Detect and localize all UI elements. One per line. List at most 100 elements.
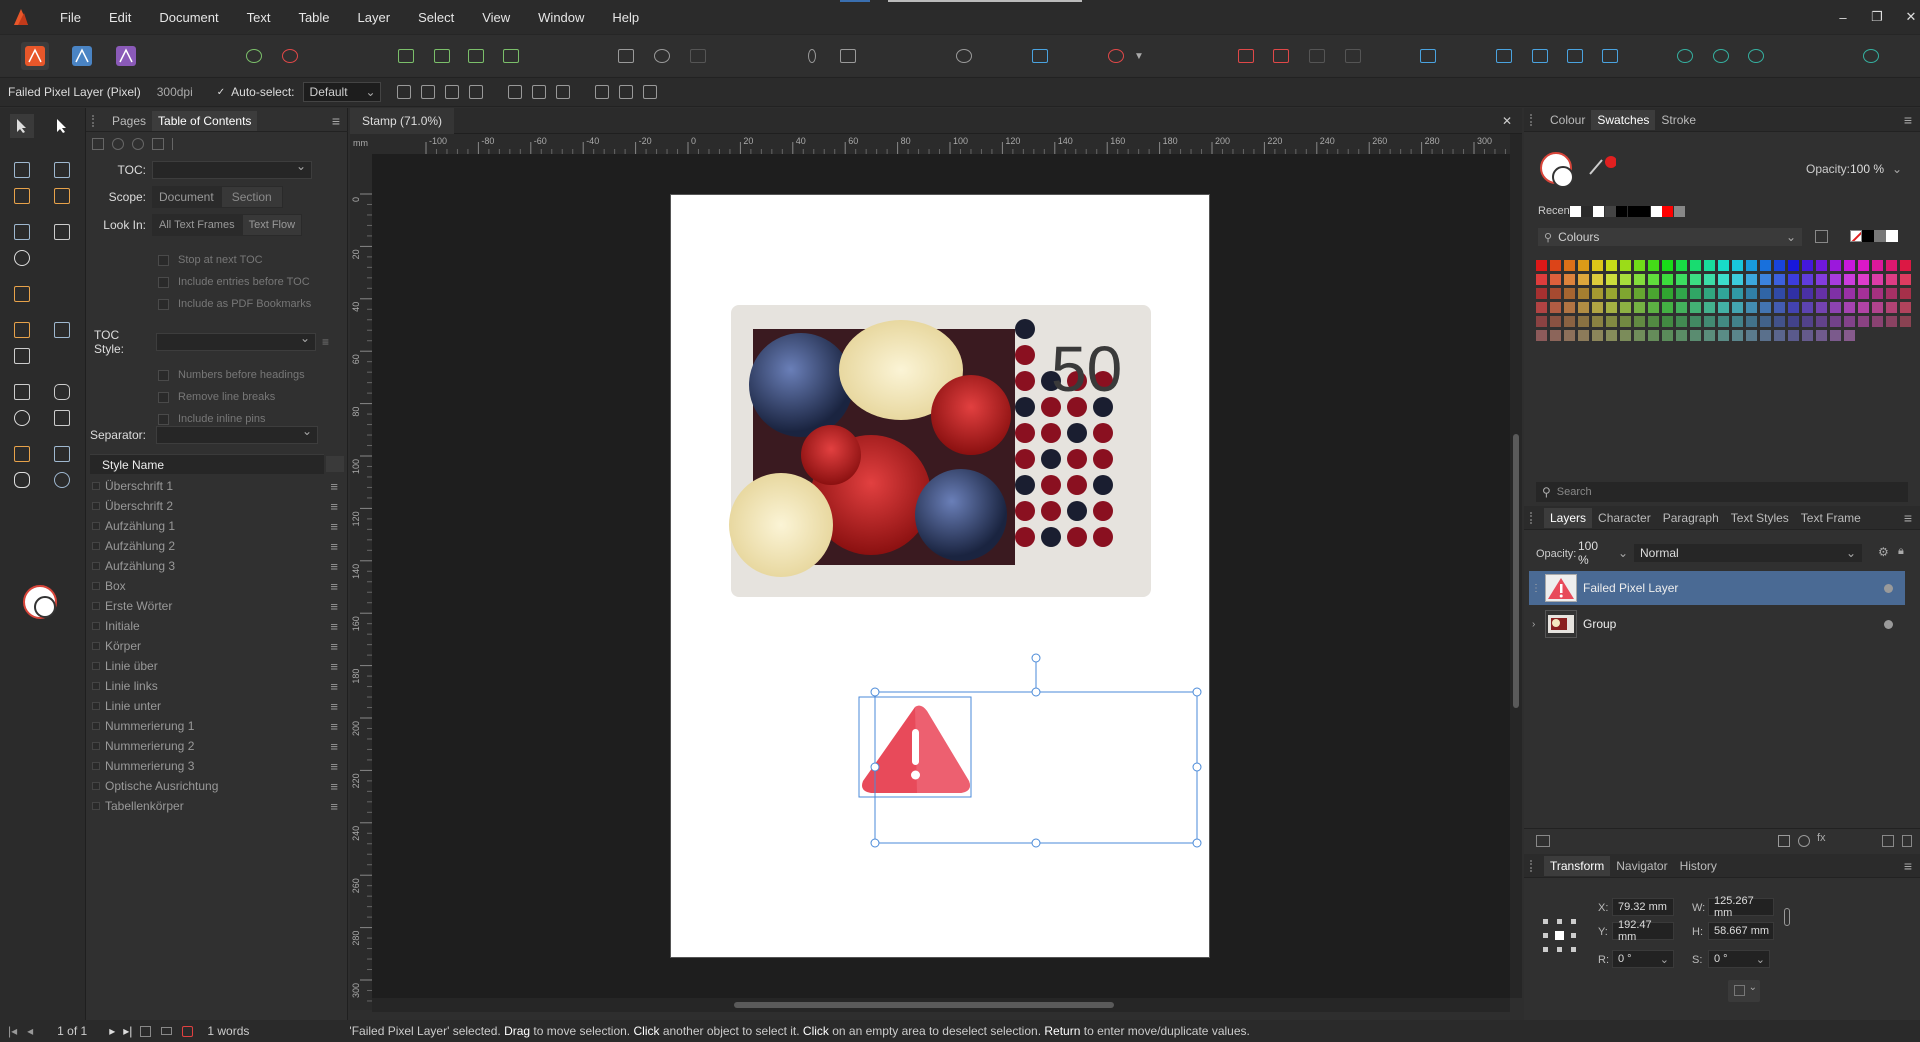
expand-arrow-icon[interactable]: › xyxy=(1532,619,1535,630)
anchor-selector[interactable] xyxy=(1540,916,1580,956)
checkbox[interactable] xyxy=(92,802,100,810)
fill-stroke-selector[interactable] xyxy=(1538,150,1580,192)
swatch[interactable] xyxy=(1564,302,1575,313)
reorder-icon[interactable]: ≡ xyxy=(330,799,338,814)
swatch[interactable] xyxy=(1704,288,1715,299)
frame-text-tool[interactable] xyxy=(50,158,74,182)
style-row[interactable]: Aufzählung 3 ≡ xyxy=(90,556,346,576)
show-special-chars-button[interactable] xyxy=(1026,42,1054,70)
layers-icon[interactable] xyxy=(1536,835,1550,847)
style-row[interactable]: Körper ≡ xyxy=(90,636,346,656)
swatch[interactable] xyxy=(1676,260,1687,271)
reorder-icon[interactable]: ≡ xyxy=(330,699,338,714)
crop-tool[interactable] xyxy=(10,344,34,368)
align-button[interactable] xyxy=(1414,42,1442,70)
swatch[interactable] xyxy=(1592,288,1603,299)
recent-swatch[interactable] xyxy=(1650,206,1662,217)
checkbox[interactable] xyxy=(92,642,100,650)
lookin-text-flow-button[interactable]: Text Flow xyxy=(241,214,303,236)
menu-view[interactable]: View xyxy=(468,10,524,25)
checkbox[interactable] xyxy=(158,413,169,425)
lookin-all-frames-button[interactable]: All Text Frames xyxy=(152,214,242,236)
zoom-tool[interactable] xyxy=(50,468,74,492)
swatch[interactable] xyxy=(1900,302,1911,313)
tab-pages[interactable]: Pages xyxy=(106,111,152,131)
swatch[interactable] xyxy=(1690,288,1701,299)
swatch[interactable] xyxy=(1620,316,1631,327)
swatch[interactable] xyxy=(1648,330,1659,341)
checkbox[interactable] xyxy=(92,722,100,730)
close-document-icon[interactable]: ✕ xyxy=(1502,114,1512,128)
menu-help[interactable]: Help xyxy=(598,10,653,25)
style-row[interactable]: Überschrift 1 ≡ xyxy=(90,476,346,496)
recent-swatch[interactable] xyxy=(1639,206,1650,217)
swatch[interactable] xyxy=(1830,330,1841,341)
restore-icon[interactable]: ❐ xyxy=(1860,9,1894,25)
swatch[interactable] xyxy=(1550,260,1561,271)
swatch[interactable] xyxy=(1634,260,1645,271)
pencil-tool[interactable] xyxy=(10,318,34,342)
swatch[interactable] xyxy=(1550,302,1561,313)
vertical-scrollbar[interactable] xyxy=(1510,134,1522,998)
style-row[interactable]: Box ≡ xyxy=(90,576,346,596)
fill-stroke-selector[interactable] xyxy=(20,582,60,622)
checkbox[interactable] xyxy=(92,602,100,610)
pen-tool[interactable] xyxy=(10,282,34,306)
option-stop-at-next-toc[interactable]: Stop at next TOC xyxy=(158,251,263,269)
tab-text-styles[interactable]: Text Styles xyxy=(1725,508,1795,528)
swatch[interactable] xyxy=(1886,302,1897,313)
swatch[interactable] xyxy=(1788,316,1799,327)
swatch[interactable] xyxy=(1788,260,1799,271)
checkbox[interactable] xyxy=(92,522,100,530)
swatch[interactable] xyxy=(1830,316,1841,327)
swatch[interactable] xyxy=(1592,302,1603,313)
layer-opacity-field[interactable]: 100 % ⌄ xyxy=(1578,539,1628,567)
swatch[interactable] xyxy=(1606,288,1617,299)
none-swatch-icon[interactable] xyxy=(1850,230,1862,242)
artistic-text-tool[interactable] xyxy=(10,158,34,182)
swatch[interactable] xyxy=(1578,316,1589,327)
swatch[interactable] xyxy=(1872,302,1883,313)
x-field[interactable]: 79.32 mm xyxy=(1612,898,1674,916)
recent-swatch[interactable] xyxy=(1662,206,1673,217)
swatch[interactable] xyxy=(1634,288,1645,299)
swatch[interactable] xyxy=(1536,274,1547,285)
panel-menu-icon[interactable]: ≡ xyxy=(332,113,340,129)
swatch[interactable] xyxy=(1592,330,1603,341)
swatch[interactable] xyxy=(1746,330,1757,341)
swatch[interactable] xyxy=(1592,316,1603,327)
swatch[interactable] xyxy=(1564,316,1575,327)
recent-swatch[interactable] xyxy=(1593,206,1604,217)
option-include-pdf-bookmarks[interactable]: Include as PDF Bookmarks xyxy=(158,295,311,313)
tab-stroke[interactable]: Stroke xyxy=(1655,110,1702,130)
toc-style-dropdown[interactable] xyxy=(156,331,316,351)
swatch[interactable] xyxy=(1690,274,1701,285)
swatch[interactable] xyxy=(1886,316,1897,327)
swatch[interactable] xyxy=(1690,330,1701,341)
drag-handle-icon[interactable]: ⋮ xyxy=(1531,583,1541,594)
text-wrap-button[interactable] xyxy=(950,42,978,70)
checkbox[interactable] xyxy=(92,662,100,670)
swatch[interactable] xyxy=(1830,288,1841,299)
swatch[interactable] xyxy=(1578,260,1589,271)
rounded-rectangle-tool[interactable] xyxy=(50,380,74,404)
swatch[interactable] xyxy=(1690,260,1701,271)
link-button[interactable] xyxy=(1102,42,1130,70)
swatch[interactable] xyxy=(1550,330,1561,341)
preflight-warning-icon[interactable] xyxy=(182,1025,194,1037)
menu-select[interactable]: Select xyxy=(404,10,468,25)
gray-swatch[interactable] xyxy=(1874,230,1886,242)
swatch[interactable] xyxy=(1900,274,1911,285)
tab-table-of-contents[interactable]: Table of Contents xyxy=(152,110,258,131)
swatch[interactable] xyxy=(1564,260,1575,271)
style-row[interactable]: Aufzählung 2 ≡ xyxy=(90,536,346,556)
adjustment-icon[interactable] xyxy=(1798,835,1810,847)
swatch[interactable] xyxy=(1578,274,1589,285)
bleed-button[interactable] xyxy=(684,42,712,70)
shear-field[interactable]: 0 ° ⌄ xyxy=(1708,950,1770,968)
reorder-icon[interactable]: ≡ xyxy=(330,599,338,614)
gear-icon[interactable]: ⚙ xyxy=(1878,545,1889,559)
checkbox[interactable] xyxy=(158,254,169,266)
add-layer-icon[interactable] xyxy=(1882,835,1894,847)
swatch[interactable] xyxy=(1774,316,1785,327)
